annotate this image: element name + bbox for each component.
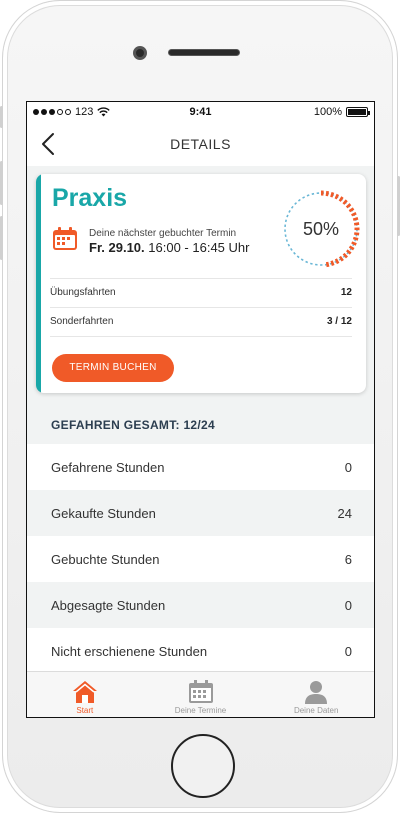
list-item-value: 0 [344, 597, 352, 613]
tab-bar: Start Deine Termine Deine Daten [27, 671, 374, 717]
list-item-value: 0 [344, 643, 352, 659]
volume-down-button [0, 216, 3, 260]
list-item-label: Gekaufte Stunden [51, 505, 156, 521]
list-item-value: 6 [344, 551, 352, 567]
list-item: Gebuchte Stunden 6 [27, 536, 374, 582]
stat-row-sonderfahrten: Sonderfahrten 3 / 12 [50, 307, 352, 335]
page-title: DETAILS [170, 136, 231, 152]
home-button[interactable] [171, 734, 235, 798]
home-icon [72, 681, 97, 703]
front-camera [133, 46, 147, 60]
next-appointment-date: Fr. 29.10. 16:00 - 16:45 Uhr [89, 240, 249, 255]
progress-percent: 50% [302, 219, 340, 239]
next-appointment-label: Deine nächster gebuchter Termin [89, 228, 237, 239]
next-appointment-time: 16:00 - 16:45 Uhr [148, 240, 250, 255]
list-item-label: Nicht erschienene Stunden [51, 643, 208, 659]
card-title: Praxis [52, 184, 128, 212]
list-item-label: Gefahrene Stunden [51, 459, 165, 475]
card-accent-bar [36, 174, 41, 393]
tab-label: Start [76, 706, 94, 715]
list-item-label: Abgesagte Stunden [51, 597, 166, 613]
stat-row-uebungsfahrten: Übungsfahrten 12 [50, 278, 352, 306]
list-item-value: 0 [344, 459, 352, 475]
tab-label: Deine Termine [174, 706, 227, 715]
stat-label: Übungsfahrten [50, 287, 116, 298]
stat-label: Sonderfahrten [50, 316, 114, 327]
status-bar: 123 9:41 100% [27, 102, 374, 122]
app-screen: 123 9:41 100% DETAILS Praxis Deine nächs… [26, 101, 375, 718]
next-appointment-day: Fr. 29.10. [89, 240, 145, 255]
earpiece-speaker [168, 49, 240, 56]
list-item-label: Gebuchte Stunden [51, 551, 160, 567]
volume-up-button [0, 161, 3, 205]
list-item-value: 24 [337, 505, 352, 521]
calendar-icon [188, 680, 213, 703]
battery-percent: 100% [313, 106, 342, 118]
list-item: Gefahrene Stunden 0 [27, 444, 374, 490]
tab-deine-termine[interactable]: Deine Termine [143, 672, 259, 717]
book-appointment-button[interactable]: TERMIN BUCHEN [52, 354, 174, 382]
list-item: Gekaufte Stunden 24 [27, 490, 374, 536]
card-divider [50, 336, 352, 337]
list-item: Abgesagte Stunden 0 [27, 582, 374, 628]
tab-start[interactable]: Start [27, 672, 143, 717]
navigation-bar: DETAILS [27, 122, 374, 166]
tab-label: Deine Daten [293, 706, 339, 715]
list-item: Nicht erschienene Stunden 0 [27, 628, 374, 674]
tab-deine-daten[interactable]: Deine Daten [258, 672, 374, 717]
user-icon [305, 681, 328, 704]
praxis-card: Praxis Deine nächster gebuchter Termin F… [36, 174, 366, 393]
summary-title: GEFAHREN GESAMT: 12/24 [51, 418, 215, 432]
status-right: 100% [313, 106, 370, 118]
calendar-icon [53, 227, 77, 250]
mute-switch [0, 106, 3, 128]
hours-list: Gefahrene Stunden 0 Gekaufte Stunden 24 … [27, 444, 374, 674]
stat-value: 12 [340, 287, 352, 298]
battery-icon [346, 107, 370, 117]
chevron-left-icon[interactable] [39, 132, 61, 156]
stat-value: 3 / 12 [326, 316, 352, 327]
